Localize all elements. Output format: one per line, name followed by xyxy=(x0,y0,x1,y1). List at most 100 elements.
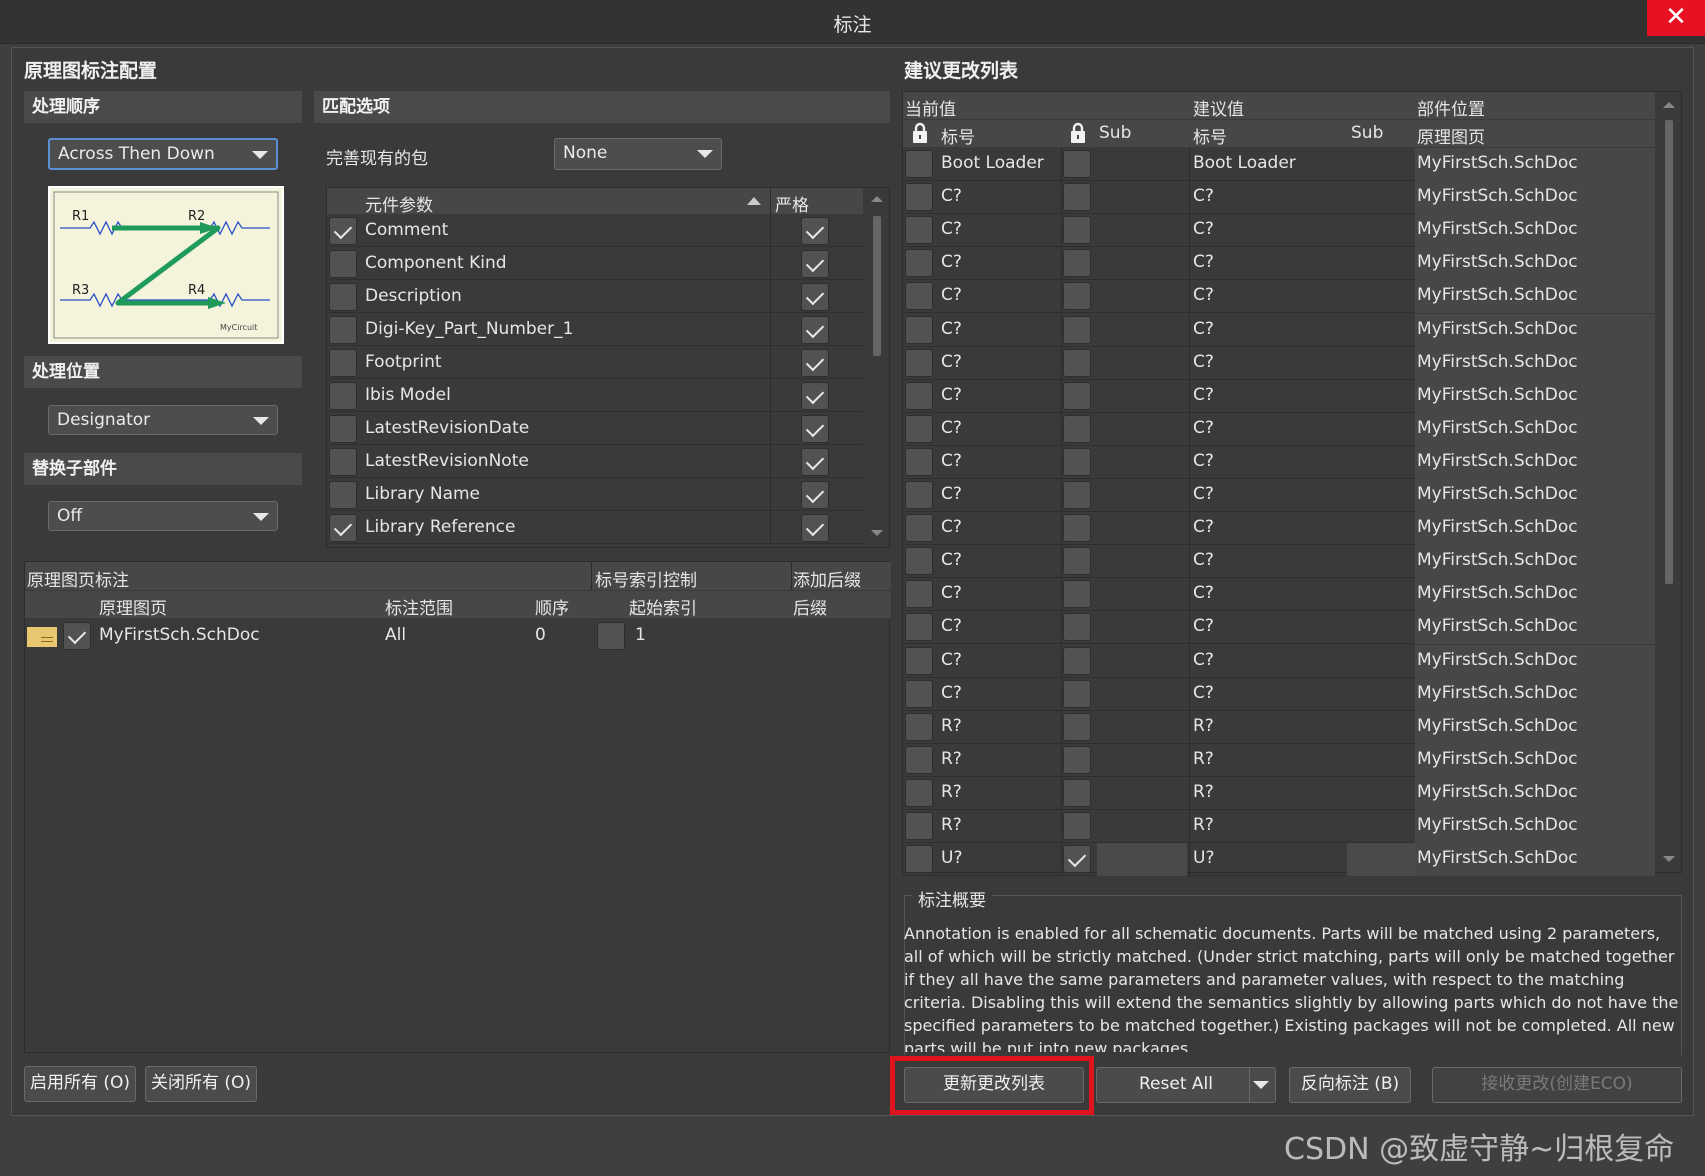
strict-checkbox[interactable] xyxy=(801,481,829,509)
table-row[interactable]: C? C? MyFirstSch.SchDoc xyxy=(903,280,1655,314)
start-index-checkbox[interactable] xyxy=(597,622,625,650)
table-row[interactable]: R? R? MyFirstSch.SchDoc xyxy=(903,710,1655,744)
sheet-scope[interactable]: All xyxy=(385,625,406,645)
lock-designator-checkbox[interactable] xyxy=(905,315,933,344)
close-button[interactable]: ✕ xyxy=(1647,0,1705,36)
param-checkbox[interactable] xyxy=(329,283,357,311)
lock-sub-checkbox[interactable] xyxy=(1063,547,1091,576)
table-row[interactable]: Boot Loader Boot Loader MyFirstSch.SchDo… xyxy=(903,148,1655,182)
table-row[interactable]: R? R? MyFirstSch.SchDoc xyxy=(903,743,1655,777)
table-row[interactable]: C? C? MyFirstSch.SchDoc xyxy=(903,214,1655,248)
lock-sub-checkbox[interactable] xyxy=(1063,315,1091,344)
scroll-up-icon[interactable] xyxy=(871,196,883,202)
list-item[interactable]: Component Kind xyxy=(327,247,863,280)
table-row[interactable]: C? C? MyFirstSch.SchDoc xyxy=(903,578,1655,612)
strict-checkbox[interactable] xyxy=(801,382,829,410)
lock-sub-checkbox[interactable] xyxy=(1063,712,1091,741)
accept-changes-button[interactable]: 接收更改(创建ECO) xyxy=(1432,1067,1682,1103)
param-checkbox[interactable] xyxy=(329,217,357,245)
lock-designator-checkbox[interactable] xyxy=(905,414,933,443)
complete-package-dropdown[interactable]: None xyxy=(554,138,722,170)
lock-designator-checkbox[interactable] xyxy=(905,712,933,741)
lock-sub-checkbox[interactable] xyxy=(1063,845,1091,874)
lock-designator-checkbox[interactable] xyxy=(905,381,933,410)
param-checkbox[interactable] xyxy=(329,382,357,410)
lock-sub-checkbox[interactable] xyxy=(1063,679,1091,708)
enable-all-button[interactable]: 启用所有 (O) xyxy=(24,1066,136,1102)
lock-designator-checkbox[interactable] xyxy=(905,183,933,212)
table-row[interactable]: C? C? MyFirstSch.SchDoc xyxy=(903,545,1655,579)
lock-sub-checkbox[interactable] xyxy=(1063,778,1091,807)
lock-designator-checkbox[interactable] xyxy=(905,348,933,377)
param-checkbox[interactable] xyxy=(329,481,357,509)
sheet-enable-checkbox[interactable] xyxy=(63,622,91,650)
lock-sub-checkbox[interactable] xyxy=(1063,381,1091,410)
table-row[interactable]: C? C? MyFirstSch.SchDoc xyxy=(903,644,1655,678)
param-checkbox[interactable] xyxy=(329,250,357,278)
location-dropdown[interactable]: Designator xyxy=(48,405,278,435)
lock-designator-checkbox[interactable] xyxy=(905,249,933,278)
order-dropdown[interactable]: Across Then Down xyxy=(48,138,278,170)
changes-scroll-thumb[interactable] xyxy=(1665,120,1673,584)
lock-designator-checkbox[interactable] xyxy=(905,812,933,840)
list-item[interactable]: Digi-Key_Part_Number_1 xyxy=(327,313,863,346)
list-item[interactable]: LatestRevisionDate xyxy=(327,412,863,445)
table-row[interactable]: C? C? MyFirstSch.SchDoc xyxy=(903,611,1655,645)
table-row[interactable]: C? C? MyFirstSch.SchDoc xyxy=(903,412,1655,446)
param-checkbox[interactable] xyxy=(329,415,357,443)
table-row[interactable]: C? C? MyFirstSch.SchDoc xyxy=(903,445,1655,479)
lock-sub-checkbox[interactable] xyxy=(1063,514,1091,543)
strict-checkbox[interactable] xyxy=(801,316,829,344)
table-row[interactable]: C? C? MyFirstSch.SchDoc xyxy=(903,247,1655,281)
match-scroll-thumb[interactable] xyxy=(873,216,881,356)
lock-designator-checkbox[interactable] xyxy=(905,547,933,576)
table-row[interactable]: C? C? MyFirstSch.SchDoc xyxy=(903,379,1655,413)
lock-sub-checkbox[interactable] xyxy=(1063,646,1091,675)
sheet-start-index[interactable]: 1 xyxy=(635,625,646,645)
strict-checkbox[interactable] xyxy=(801,250,829,278)
lock-designator-checkbox[interactable] xyxy=(905,514,933,543)
strict-checkbox[interactable] xyxy=(801,349,829,377)
table-row[interactable]: C? C? MyFirstSch.SchDoc xyxy=(903,346,1655,380)
table-row[interactable]: C? C? MyFirstSch.SchDoc xyxy=(903,313,1655,347)
update-change-list-button[interactable]: 更新更改列表 xyxy=(904,1067,1084,1103)
lock-designator-checkbox[interactable] xyxy=(905,646,933,675)
param-checkbox[interactable] xyxy=(329,448,357,476)
table-row[interactable]: R? R? MyFirstSch.SchDoc xyxy=(903,810,1655,844)
lock-sub-checkbox[interactable] xyxy=(1063,414,1091,443)
table-row[interactable]: C? C? MyFirstSch.SchDoc xyxy=(903,512,1655,546)
lock-designator-checkbox[interactable] xyxy=(905,150,933,178)
scroll-down-icon[interactable] xyxy=(871,530,883,536)
strict-checkbox[interactable] xyxy=(801,217,829,245)
strict-checkbox[interactable] xyxy=(801,415,829,443)
back-annotate-button[interactable]: 反向标注 (B) xyxy=(1289,1067,1411,1103)
list-item[interactable]: Library Name xyxy=(327,478,863,511)
lock-designator-checkbox[interactable] xyxy=(905,845,933,874)
match-scrollbar[interactable] xyxy=(865,188,889,547)
lock-sub-checkbox[interactable] xyxy=(1063,216,1091,245)
list-item[interactable]: Library Reference xyxy=(327,511,863,544)
lock-designator-checkbox[interactable] xyxy=(905,613,933,642)
lock-sub-checkbox[interactable] xyxy=(1063,613,1091,642)
param-checkbox[interactable] xyxy=(329,514,357,542)
lock-designator-checkbox[interactable] xyxy=(905,778,933,807)
lock-sub-checkbox[interactable] xyxy=(1063,481,1091,509)
list-item[interactable]: Comment xyxy=(327,214,863,247)
lock-sub-checkbox[interactable] xyxy=(1063,348,1091,377)
lock-designator-checkbox[interactable] xyxy=(905,745,933,774)
lock-designator-checkbox[interactable] xyxy=(905,447,933,476)
list-item[interactable]: Footprint xyxy=(327,346,863,379)
strict-checkbox[interactable] xyxy=(801,283,829,311)
table-row[interactable]: C? C? MyFirstSch.SchDoc xyxy=(903,677,1655,711)
table-row[interactable]: R? R? MyFirstSch.SchDoc xyxy=(903,776,1655,810)
lock-sub-checkbox[interactable] xyxy=(1063,150,1091,178)
lock-designator-checkbox[interactable] xyxy=(905,481,933,509)
sort-up-icon[interactable] xyxy=(747,197,761,205)
lock-sub-checkbox[interactable] xyxy=(1063,249,1091,278)
lock-sub-checkbox[interactable] xyxy=(1063,183,1091,212)
lock-sub-checkbox[interactable] xyxy=(1063,580,1091,609)
changes-scrollbar[interactable] xyxy=(1657,92,1681,872)
scroll-up-icon[interactable] xyxy=(1663,102,1675,108)
scroll-down-icon[interactable] xyxy=(1663,856,1675,862)
table-row[interactable]: C? C? MyFirstSch.SchDoc xyxy=(903,181,1655,215)
